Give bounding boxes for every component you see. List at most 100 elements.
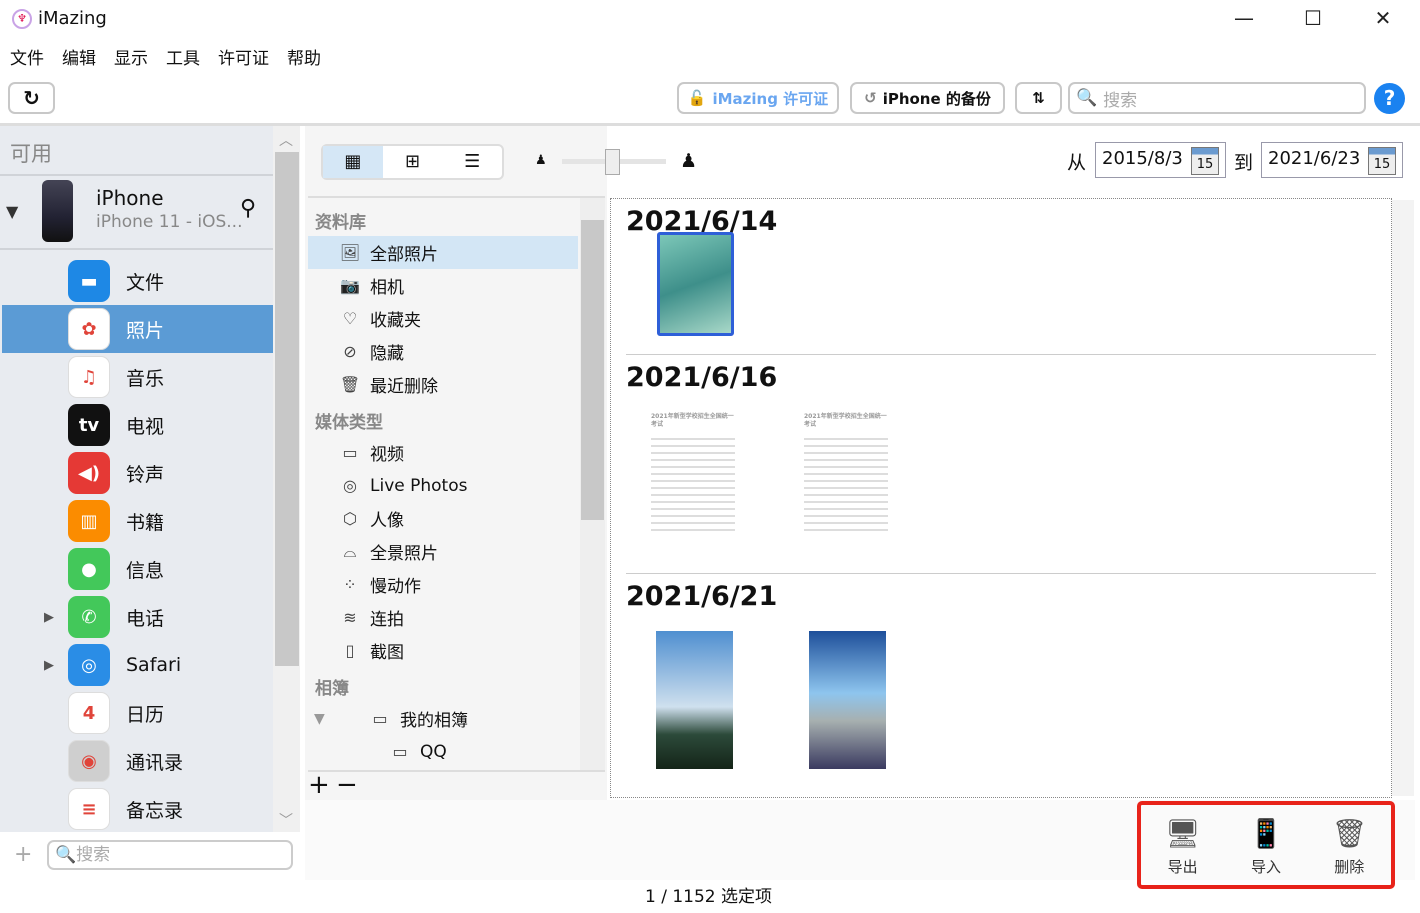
export-button[interactable]: 🖥 导出 bbox=[1153, 817, 1213, 877]
add-device-button[interactable]: + bbox=[14, 842, 32, 867]
date-header: 2021/6/16 bbox=[626, 362, 778, 393]
album-icon: ⌓ bbox=[343, 541, 357, 561]
photo-thumbnail[interactable]: 2021年新型学校招生全国统一考试 bbox=[801, 410, 891, 550]
menu-item[interactable]: 文件 bbox=[10, 44, 44, 69]
minimize-button[interactable]: — bbox=[1224, 6, 1264, 30]
photo-thumbnail[interactable]: 2021年新型学校招生全国统一考试 bbox=[648, 410, 738, 550]
library-item[interactable]: ⁘ 慢动作 bbox=[308, 568, 578, 601]
sidebar-item[interactable]: ✿ 照片 bbox=[2, 305, 273, 353]
expand-arrow-icon[interactable]: ▶ bbox=[44, 658, 54, 673]
usb-icon: ⚲ bbox=[240, 196, 257, 221]
album-icon: 🖼 bbox=[339, 243, 361, 262]
sidebar-item[interactable]: ▶ ✆ 电话 bbox=[2, 593, 273, 641]
library-item[interactable]: ◎ Live Photos bbox=[308, 469, 578, 502]
library-item[interactable]: ⊘ 隐藏 bbox=[308, 335, 578, 368]
close-button[interactable]: ✕ bbox=[1363, 6, 1403, 30]
sidebar-item[interactable]: ≡ 备忘录 bbox=[2, 785, 273, 833]
sidebar-item[interactable]: ● 信息 bbox=[2, 545, 273, 593]
small-size-icon: ♟ bbox=[535, 153, 547, 168]
photo-thumbnail[interactable] bbox=[656, 631, 733, 769]
sidebar-item[interactable]: ▬ 文件 bbox=[2, 257, 273, 305]
menu-item[interactable]: 帮助 bbox=[287, 44, 321, 69]
menu-item[interactable]: 显示 bbox=[114, 44, 148, 69]
backup-button[interactable]: ↺ iPhone 的备份 bbox=[850, 82, 1005, 114]
menu-item[interactable]: 工具 bbox=[166, 44, 200, 69]
library-item[interactable]: ⌓ 全景照片 bbox=[308, 535, 578, 568]
app-icon: ▬ bbox=[68, 260, 110, 302]
library-section-header: 媒体类型 bbox=[315, 413, 383, 433]
help-button[interactable]: ? bbox=[1374, 83, 1405, 114]
scroll-down-icon[interactable]: ﹀ bbox=[279, 810, 293, 830]
add-album-button[interactable]: + bbox=[308, 770, 330, 800]
monitor-export-icon: 🖥 bbox=[1164, 817, 1201, 850]
slider-handle[interactable] bbox=[605, 149, 620, 175]
refresh-icon: ↻ bbox=[23, 86, 40, 110]
device-model: iPhone 11 - iOS... bbox=[96, 212, 243, 232]
app-icon: ◀) bbox=[68, 452, 110, 494]
scroll-up-icon[interactable]: ︿ bbox=[279, 130, 293, 150]
remove-album-button[interactable]: − bbox=[336, 770, 358, 800]
delete-button[interactable]: 🗑 删除 bbox=[1319, 817, 1379, 877]
photo-thumbnail[interactable] bbox=[809, 631, 886, 769]
library-item[interactable]: ▭ QQ bbox=[308, 735, 578, 768]
grid-view-icon[interactable]: ▦ bbox=[323, 146, 383, 178]
album-icon: ⊘ bbox=[343, 342, 357, 361]
app-icon: ◎ bbox=[68, 644, 110, 686]
sidebar-search-input[interactable]: 🔍搜索 bbox=[47, 840, 293, 870]
calendar-icon[interactable]: 15 bbox=[1368, 147, 1396, 175]
calendar-icon[interactable]: 15 bbox=[1191, 147, 1219, 175]
app-icon: ≡ bbox=[68, 788, 110, 830]
library-section-header: 相簿 bbox=[315, 679, 349, 699]
sidebar-item[interactable]: ▥ 书籍 bbox=[2, 497, 273, 545]
library-item[interactable]: ▯ 截图 bbox=[308, 634, 578, 667]
library-scroll-thumb[interactable] bbox=[581, 220, 604, 520]
app-icon: ✆ bbox=[68, 596, 110, 638]
from-date-input[interactable]: 2015/8/3 15 bbox=[1095, 142, 1226, 178]
album-icon: ≋ bbox=[343, 608, 357, 627]
app-icon: ▥ bbox=[68, 500, 110, 542]
photo-scrollbar[interactable] bbox=[1392, 200, 1414, 796]
sidebar-item[interactable]: 4 日历 bbox=[2, 689, 273, 737]
menu-bar: 文件 编辑 显示 工具 许可证 帮助 bbox=[10, 44, 321, 69]
app-icon: ● bbox=[68, 548, 110, 590]
to-label: 到 bbox=[1234, 152, 1254, 174]
library-item[interactable]: 🗑 最近删除 bbox=[308, 368, 578, 401]
library-item[interactable]: 📷 相机 bbox=[308, 269, 578, 302]
large-size-icon: ♟ bbox=[680, 150, 698, 172]
sidebar-scroll-thumb[interactable] bbox=[275, 152, 299, 666]
library-item[interactable]: ≋ 连拍 bbox=[308, 601, 578, 634]
import-button[interactable]: 📱 导入 bbox=[1236, 817, 1296, 877]
sidebar-item[interactable]: tv 电视 bbox=[2, 401, 273, 449]
library-item[interactable]: ⬡ 人像 bbox=[308, 502, 578, 535]
app-icon: ◉ bbox=[68, 740, 110, 782]
sidebar-section-label: 可用 bbox=[10, 142, 52, 166]
sidebar-item[interactable]: ◀) 铃声 bbox=[2, 449, 273, 497]
refresh-button[interactable]: ↻ bbox=[8, 82, 55, 114]
sidebar-item[interactable]: ♫ 音乐 bbox=[2, 353, 273, 401]
large-grid-view-icon[interactable]: ⊞ bbox=[383, 146, 443, 178]
sidebar-item[interactable]: ▶ ◎ Safari bbox=[2, 641, 273, 689]
menu-item[interactable]: 编辑 bbox=[62, 44, 96, 69]
transfer-button[interactable]: ⇅ bbox=[1015, 82, 1062, 114]
app-icon: tv bbox=[68, 404, 110, 446]
library-item[interactable]: ♡ 收藏夹 bbox=[308, 302, 578, 335]
photo-thumbnail-selected[interactable] bbox=[657, 232, 734, 336]
license-button[interactable]: 🔓 iMazing 许可证 bbox=[677, 82, 839, 114]
expand-arrow-icon[interactable]: ▶ bbox=[44, 610, 54, 625]
lock-icon: 🔓 bbox=[687, 89, 707, 107]
library-section-header: 资料库 bbox=[315, 213, 366, 233]
window-title: ♆ iMazing bbox=[12, 8, 107, 29]
library-item[interactable]: ▼ ▭ 我的相簿 bbox=[308, 702, 578, 735]
menu-item[interactable]: 许可证 bbox=[218, 44, 269, 69]
sidebar-item[interactable]: ◉ 通讯录 bbox=[2, 737, 273, 785]
device-name: iPhone bbox=[96, 186, 164, 210]
list-view-icon[interactable]: ☰ bbox=[442, 146, 502, 178]
maximize-button[interactable]: ☐ bbox=[1293, 6, 1333, 30]
search-input[interactable]: 🔍 搜索 bbox=[1068, 82, 1366, 114]
album-icon: ▭ bbox=[342, 443, 358, 462]
collapse-arrow-icon[interactable]: ▼ bbox=[6, 202, 18, 221]
to-date-input[interactable]: 2021/6/23 15 bbox=[1261, 142, 1403, 178]
collapse-arrow-icon[interactable]: ▼ bbox=[314, 711, 325, 727]
library-item[interactable]: ▭ 视频 bbox=[308, 436, 578, 469]
library-item[interactable]: 🖼 全部照片 bbox=[308, 236, 578, 269]
